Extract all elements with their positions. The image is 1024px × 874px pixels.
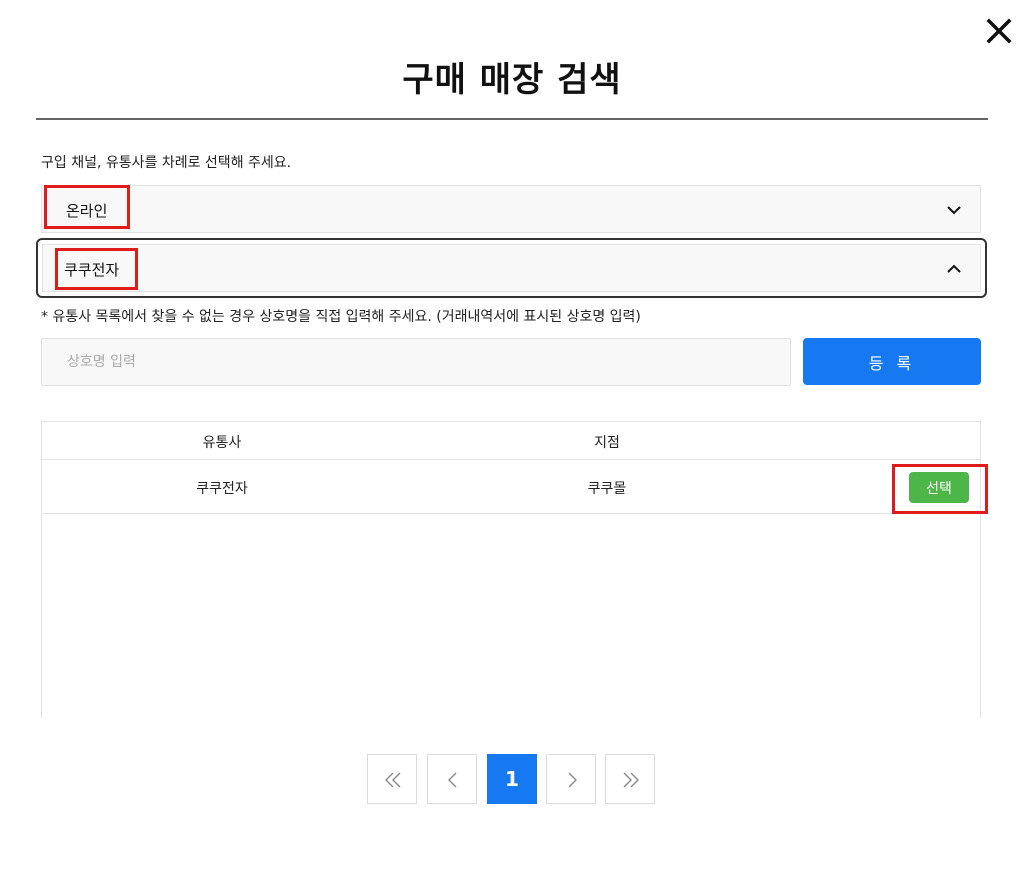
column-header-branch: 지점	[594, 435, 620, 451]
previous-page-button[interactable]	[427, 754, 477, 804]
page-number-button[interactable]: 1	[487, 754, 537, 804]
double-chevron-left-icon	[385, 772, 401, 788]
cell-branch: 쿠쿠몰	[587, 481, 627, 497]
close-icon	[986, 18, 1012, 44]
close-button[interactable]	[984, 16, 1014, 46]
table-row: 쿠쿠전자 쿠쿠몰 선택	[42, 460, 980, 514]
store-name-input[interactable]	[41, 338, 791, 386]
dialog-title: 구매 매장 검색	[402, 60, 622, 100]
register-button[interactable]: 등 록	[803, 338, 981, 385]
chevron-up-icon	[947, 264, 961, 273]
table-header: 유통사 지점	[42, 422, 980, 460]
double-chevron-right-icon	[623, 772, 639, 788]
highlight-box	[44, 185, 130, 229]
first-page-button[interactable]	[367, 754, 417, 804]
next-page-button[interactable]	[546, 754, 596, 804]
highlight-box	[892, 464, 988, 514]
highlight-box	[55, 248, 138, 290]
distributor-select-field	[42, 244, 981, 292]
chevron-right-icon	[568, 772, 577, 788]
last-page-button[interactable]	[605, 754, 655, 804]
cell-distributor: 쿠쿠전자	[196, 481, 248, 497]
channel-select[interactable]: 온라인	[41, 185, 981, 233]
distributor-select[interactable]: 쿠쿠전자	[36, 238, 987, 298]
instruction-text: 구입 채널, 유통사를 차례로 선택해 주세요.	[41, 155, 292, 171]
store-table: 유통사 지점 쿠쿠전자 쿠쿠몰 선택	[41, 421, 981, 718]
chevron-down-icon	[947, 206, 961, 215]
title-divider	[36, 118, 988, 120]
column-header-distributor: 유통사	[202, 435, 242, 451]
manual-entry-note: * 유통사 목록에서 찾을 수 없는 경우 상호명을 직접 입력해 주세요. (…	[41, 309, 641, 325]
chevron-left-icon	[448, 772, 457, 788]
